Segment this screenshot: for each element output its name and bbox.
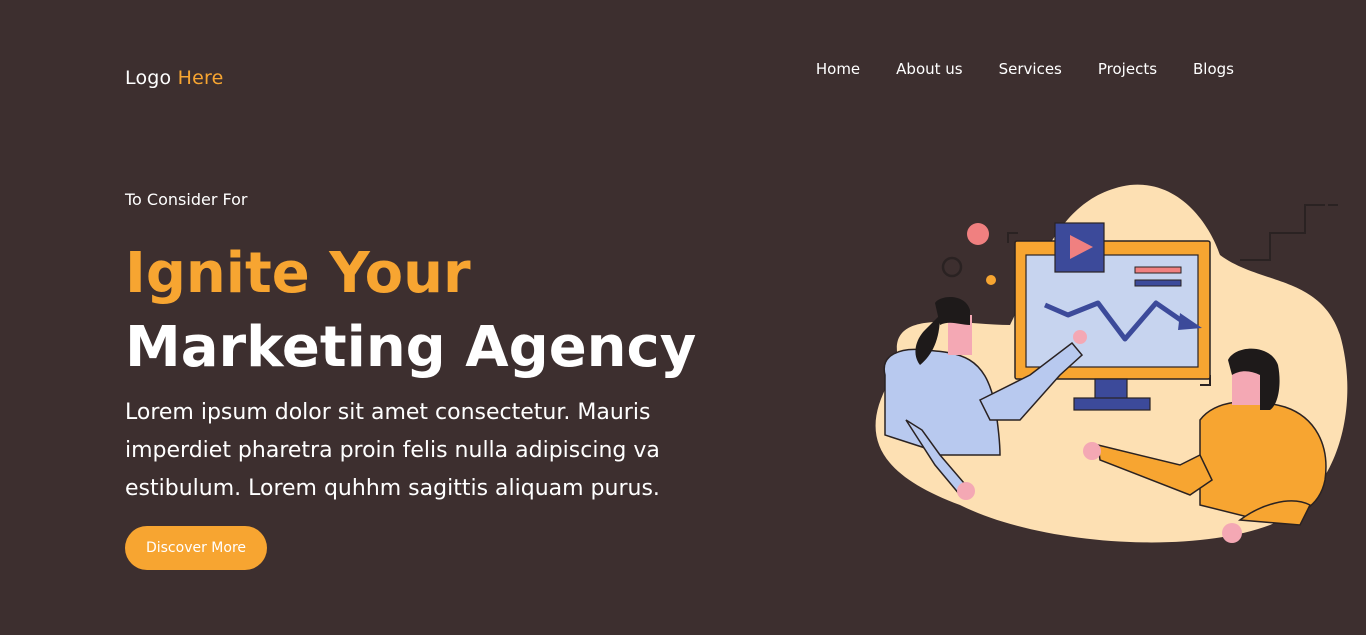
nav-home[interactable]: Home bbox=[816, 60, 860, 78]
logo[interactable]: Logo Here bbox=[125, 67, 224, 89]
landing-page: Logo Here Home About us Services Project… bbox=[0, 0, 1366, 635]
deco-circle-pink bbox=[967, 223, 989, 245]
hero-title: Ignite Your Marketing Agency bbox=[125, 237, 696, 385]
main-nav: Home About us Services Projects Blogs bbox=[816, 59, 1234, 78]
deco-circle-ring bbox=[941, 256, 963, 278]
deco-stairs bbox=[1240, 204, 1325, 261]
nav-projects[interactable]: Projects bbox=[1098, 60, 1157, 78]
nav-about-us[interactable]: About us bbox=[896, 60, 962, 78]
monitor-base bbox=[1073, 397, 1151, 411]
hero-title-main: Marketing Agency bbox=[125, 315, 697, 380]
deco-circle-small bbox=[986, 275, 996, 285]
hero-illustration bbox=[875, 184, 1348, 543]
discover-more-button[interactable]: Discover More bbox=[125, 526, 267, 570]
hero-eyebrow: To Consider For bbox=[125, 190, 248, 209]
nav-services[interactable]: Services bbox=[999, 60, 1062, 78]
hero-description: Lorem ipsum dolor sit amet consectetur. … bbox=[125, 400, 660, 501]
monitor-neck bbox=[1094, 378, 1128, 400]
logo-accent: Here bbox=[177, 67, 224, 89]
nav-blogs[interactable]: Blogs bbox=[1193, 60, 1234, 78]
logo-text: Logo bbox=[125, 67, 172, 89]
hero-title-accent: Ignite Your bbox=[125, 241, 471, 306]
